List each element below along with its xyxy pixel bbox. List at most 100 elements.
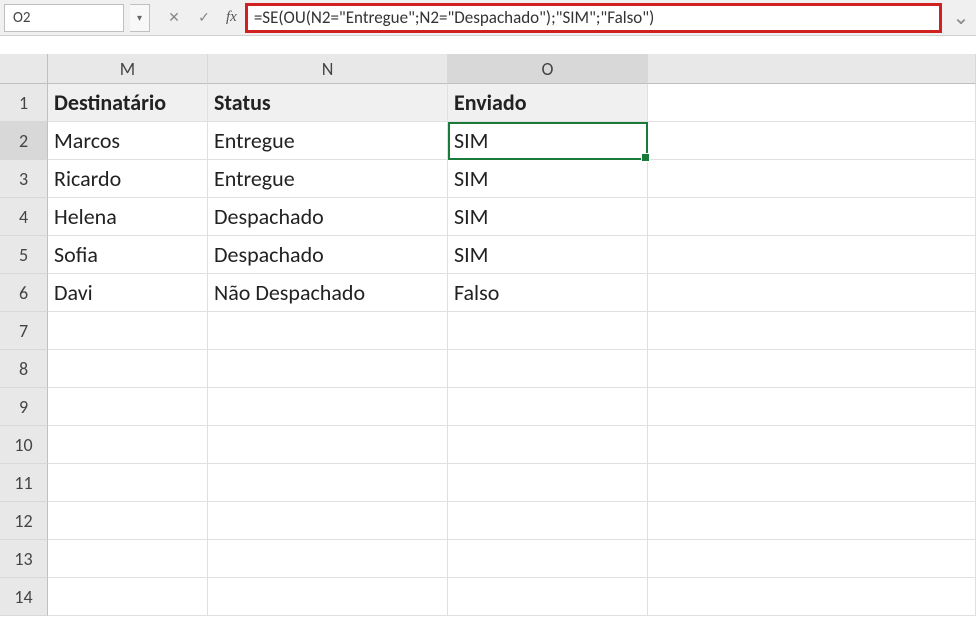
cell-empty[interactable] bbox=[48, 464, 208, 502]
row-header-10[interactable]: 10 bbox=[0, 426, 48, 464]
row-header-6[interactable]: 6 bbox=[0, 274, 48, 312]
cell-empty[interactable] bbox=[448, 502, 648, 540]
col-header-O[interactable]: O bbox=[448, 54, 648, 84]
cell-empty[interactable] bbox=[448, 540, 648, 578]
cell-empty[interactable] bbox=[648, 464, 976, 502]
row-header-13[interactable]: 13 bbox=[0, 540, 48, 578]
row-header-1[interactable]: 1 bbox=[0, 84, 48, 122]
cell-M2[interactable]: Marcos bbox=[48, 122, 208, 160]
cell-M5[interactable]: Sofia bbox=[48, 236, 208, 274]
cell-empty[interactable] bbox=[648, 122, 976, 160]
cell-empty[interactable] bbox=[208, 388, 448, 426]
cell-O3[interactable]: SIM bbox=[448, 160, 648, 198]
cell-empty[interactable] bbox=[48, 312, 208, 350]
cell-O5[interactable]: SIM bbox=[448, 236, 648, 274]
cell-empty[interactable] bbox=[648, 426, 976, 464]
cell-empty[interactable] bbox=[208, 540, 448, 578]
name-box-dropdown[interactable]: ▾ bbox=[130, 4, 150, 32]
cell-empty[interactable] bbox=[208, 578, 448, 616]
row-header-2[interactable]: 2 bbox=[0, 122, 48, 160]
cell-empty[interactable] bbox=[648, 198, 976, 236]
cell-empty[interactable] bbox=[208, 464, 448, 502]
cell-empty[interactable] bbox=[208, 312, 448, 350]
cell-O1[interactable]: Enviado bbox=[448, 84, 648, 122]
confirm-formula-button[interactable]: ✓ bbox=[190, 5, 218, 31]
cell-empty[interactable] bbox=[448, 350, 648, 388]
col-header-M[interactable]: M bbox=[48, 54, 208, 84]
table-row bbox=[48, 502, 976, 540]
cell-empty[interactable] bbox=[448, 464, 648, 502]
formula-input[interactable]: =SE(OU(N2="Entregue";N2="Despachado");"S… bbox=[254, 7, 654, 28]
cell-empty[interactable] bbox=[208, 350, 448, 388]
cell-empty[interactable] bbox=[648, 236, 976, 274]
cell-empty[interactable] bbox=[48, 388, 208, 426]
row-header-7[interactable]: 7 bbox=[0, 312, 48, 350]
row-header-5[interactable]: 5 bbox=[0, 236, 48, 274]
columns-area: M N O Destinatário Status Enviado Marcos… bbox=[48, 54, 976, 616]
table-row bbox=[48, 578, 976, 616]
row-header-14[interactable]: 14 bbox=[0, 578, 48, 616]
cell-empty[interactable] bbox=[208, 426, 448, 464]
cancel-formula-button[interactable]: ✕ bbox=[160, 5, 188, 31]
row-header-8[interactable]: 8 bbox=[0, 350, 48, 388]
cell-empty[interactable] bbox=[448, 388, 648, 426]
cell-empty[interactable] bbox=[648, 274, 976, 312]
row-header-9[interactable]: 9 bbox=[0, 388, 48, 426]
cell-empty[interactable] bbox=[648, 502, 976, 540]
cell-O2[interactable]: SIM bbox=[448, 122, 648, 160]
chevron-down-icon: ▾ bbox=[137, 11, 142, 24]
cell-M3[interactable]: Ricardo bbox=[48, 160, 208, 198]
cell-empty[interactable] bbox=[48, 540, 208, 578]
name-box-value: O2 bbox=[13, 9, 31, 27]
cell-N4[interactable]: Despachado bbox=[208, 198, 448, 236]
cell-M4[interactable]: Helena bbox=[48, 198, 208, 236]
cell-empty[interactable] bbox=[648, 540, 976, 578]
table-row bbox=[48, 464, 976, 502]
cell-empty[interactable] bbox=[48, 426, 208, 464]
cell-empty[interactable] bbox=[648, 578, 976, 616]
cell-N3[interactable]: Entregue bbox=[208, 160, 448, 198]
cell-O6[interactable]: Falso bbox=[448, 274, 648, 312]
row-headers: 1 2 3 4 5 6 7 8 9 10 11 12 13 14 bbox=[0, 54, 48, 616]
cell-empty[interactable] bbox=[448, 578, 648, 616]
formula-bar: O2 ▾ ✕ ✓ fx =SE(OU(N2="Entregue";N2="Des… bbox=[0, 0, 976, 36]
cell-N6[interactable]: Não Despachado bbox=[208, 274, 448, 312]
cell-empty[interactable] bbox=[648, 84, 976, 122]
cell-empty[interactable] bbox=[208, 502, 448, 540]
table-row: Destinatário Status Enviado bbox=[48, 84, 976, 122]
cell-empty[interactable] bbox=[648, 350, 976, 388]
cell-empty[interactable] bbox=[448, 312, 648, 350]
name-box[interactable]: O2 bbox=[4, 4, 124, 32]
column-headers: M N O bbox=[48, 54, 976, 84]
row-header-12[interactable]: 12 bbox=[0, 502, 48, 540]
row-header-3[interactable]: 3 bbox=[0, 160, 48, 198]
table-row: Ricardo Entregue SIM bbox=[48, 160, 976, 198]
cell-N2[interactable]: Entregue bbox=[208, 122, 448, 160]
col-header-N[interactable]: N bbox=[208, 54, 448, 84]
row-header-4[interactable]: 4 bbox=[0, 198, 48, 236]
row-header-11[interactable]: 11 bbox=[0, 464, 48, 502]
cell-empty[interactable] bbox=[648, 160, 976, 198]
col-header-rest[interactable] bbox=[648, 54, 976, 84]
table-row bbox=[48, 426, 976, 464]
fx-label[interactable]: fx bbox=[226, 9, 237, 26]
cell-N5[interactable]: Despachado bbox=[208, 236, 448, 274]
spreadsheet-grid: 1 2 3 4 5 6 7 8 9 10 11 12 13 14 M N O D… bbox=[0, 54, 976, 616]
cell-M1[interactable]: Destinatário bbox=[48, 84, 208, 122]
cell-N1[interactable]: Status bbox=[208, 84, 448, 122]
cell-empty[interactable] bbox=[48, 578, 208, 616]
table-row: Sofia Despachado SIM bbox=[48, 236, 976, 274]
cell-O4[interactable]: SIM bbox=[448, 198, 648, 236]
cell-M6[interactable]: Davi bbox=[48, 274, 208, 312]
cell-empty[interactable] bbox=[48, 502, 208, 540]
cell-empty[interactable] bbox=[448, 426, 648, 464]
expand-formula-bar-button[interactable]: ⌄ bbox=[950, 5, 972, 31]
cell-empty[interactable] bbox=[648, 388, 976, 426]
cancel-icon: ✕ bbox=[168, 9, 180, 26]
formula-input-highlight: =SE(OU(N2="Entregue";N2="Despachado");"S… bbox=[245, 3, 942, 33]
cell-empty[interactable] bbox=[648, 312, 976, 350]
cell-empty[interactable] bbox=[48, 350, 208, 388]
select-all-corner[interactable] bbox=[0, 54, 48, 84]
table-row bbox=[48, 312, 976, 350]
table-row bbox=[48, 540, 976, 578]
